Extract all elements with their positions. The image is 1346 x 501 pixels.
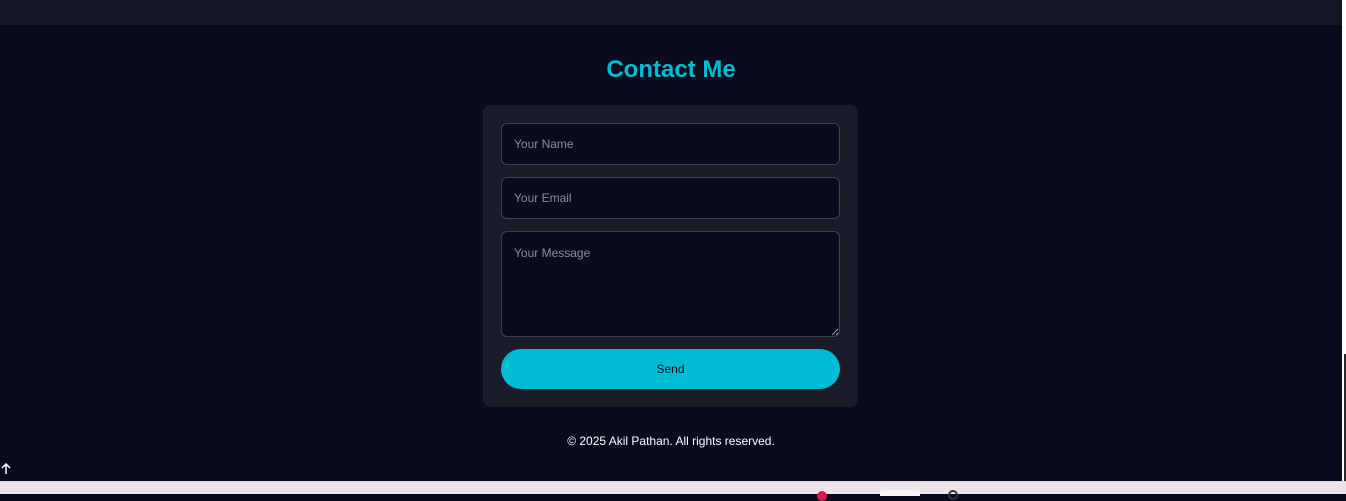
name-input[interactable] <box>501 123 840 165</box>
footer-copyright: © 2025 Akil Pathan. All rights reserved. <box>567 434 775 448</box>
contact-form: Send <box>483 105 858 407</box>
app-icon[interactable] <box>948 490 958 500</box>
send-button[interactable]: Send <box>501 349 840 389</box>
message-textarea[interactable] <box>501 231 840 337</box>
arrow-up-icon-graphic <box>1 462 11 474</box>
arrow-up-icon[interactable] <box>0 462 12 475</box>
app-icon[interactable] <box>817 491 827 501</box>
taskbar-strip <box>0 481 1346 501</box>
previous-section-edge <box>0 0 1342 25</box>
taskbar-tab[interactable] <box>880 490 920 496</box>
page-viewport: Contact Me Send © 2025 Akil Pathan. All … <box>0 0 1342 481</box>
email-input[interactable] <box>501 177 840 219</box>
section-title: Contact Me <box>606 56 736 83</box>
